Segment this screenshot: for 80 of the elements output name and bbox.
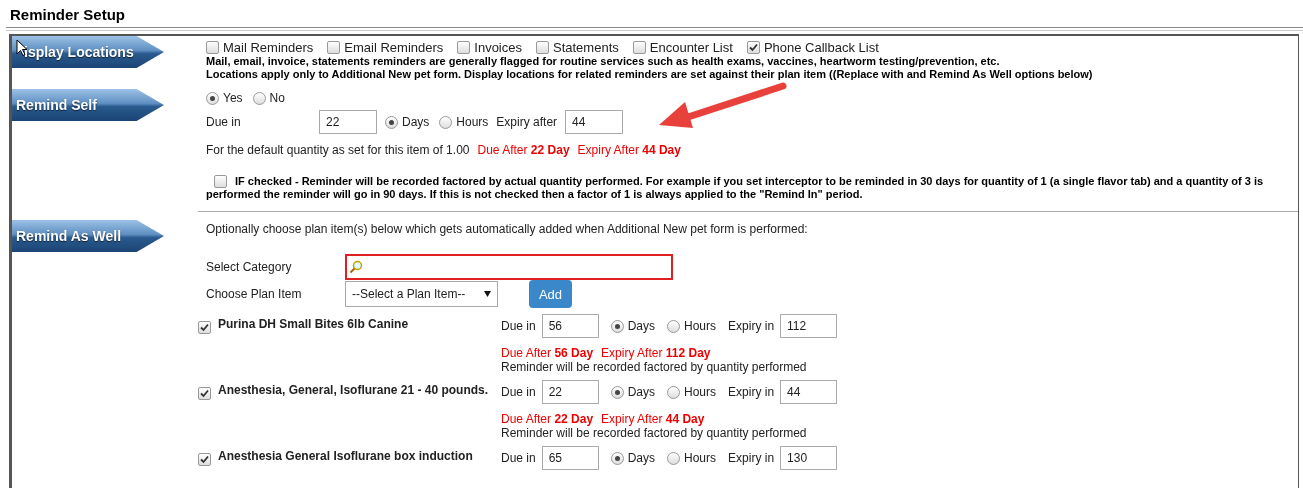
checkbox-label: Invoices bbox=[474, 40, 522, 55]
factor-note: performed the reminder will go in 90 days. If this is not checked then a factor of 1 is always applied to the "Remind In" period. bbox=[206, 188, 864, 201]
field-label: Expiry in bbox=[728, 385, 775, 399]
checkbox[interactable] bbox=[198, 453, 211, 466]
field-label: Select Category bbox=[206, 260, 293, 274]
intro-text: Optionally choose plan item(s) below which gets automatically added when Additional New pet form is performed: bbox=[206, 222, 808, 236]
field-label: Expiry after bbox=[496, 115, 558, 129]
factor-note: Reminder will be recorded factored by quantity performed bbox=[501, 426, 807, 440]
factor-note: IF checked - Reminder will be recorded factored by actual quantity performed. For example if you set interceptor to be reminded in 30 days for quantity of 1 (a single flavor tab) and a quantity of 3 is bbox=[235, 175, 1264, 188]
radio-button[interactable] bbox=[610, 451, 624, 465]
radio-label: Days bbox=[627, 319, 656, 333]
add-button[interactable]: Add bbox=[529, 280, 572, 308]
due-in-field[interactable]: 65 bbox=[541, 446, 599, 470]
radio-label: Yes bbox=[223, 91, 243, 105]
checkbox[interactable] bbox=[198, 321, 211, 334]
radio-button[interactable] bbox=[667, 319, 681, 333]
radio-button[interactable] bbox=[252, 91, 266, 105]
radio-button[interactable] bbox=[610, 385, 624, 399]
due-after-text: Due After 22 Day bbox=[477, 143, 570, 157]
plan-item-name: Anesthesia General Isoflurane box induction bbox=[218, 448, 474, 465]
radio-label: Days bbox=[402, 115, 430, 129]
info-note: Locations apply only to Additional New pet form. Display locations for related reminders are set against their plan item ((Replace with and Remind As Well options below) bbox=[206, 68, 1094, 81]
radio-button[interactable] bbox=[667, 451, 681, 465]
info-note: Mail, email, invoice, statements reminders are generally flagged for routine services such as health exams, vaccines, heartworm testing/prevention, etc. bbox=[206, 55, 1001, 68]
checkbox[interactable] bbox=[746, 41, 760, 54]
checkbox-label: Mail Reminders bbox=[223, 40, 314, 55]
due-in-field[interactable]: 56 bbox=[541, 314, 599, 338]
radio-label: Days bbox=[627, 385, 656, 399]
expiry-field[interactable]: 44 bbox=[780, 380, 838, 404]
checkbox[interactable] bbox=[327, 41, 341, 54]
radio-label: Hours bbox=[684, 451, 717, 465]
expiry-field[interactable]: 112 bbox=[780, 314, 838, 338]
plan-item-name: Purina DH Small Bites 6lb Canine bbox=[218, 316, 410, 333]
radio-label: No bbox=[269, 91, 285, 105]
caret-icon bbox=[484, 291, 491, 297]
checkbox[interactable] bbox=[457, 41, 471, 54]
field-label: Due in bbox=[501, 385, 536, 399]
expiry-field[interactable]: 44 bbox=[565, 110, 624, 134]
field-label: Due in bbox=[206, 115, 242, 129]
due-in-field[interactable]: 22 bbox=[541, 380, 599, 404]
section-banner: Remind Self bbox=[12, 89, 164, 121]
checkbox[interactable] bbox=[632, 41, 646, 54]
due-in-field[interactable]: 22 bbox=[319, 110, 377, 134]
section-banner: Remind As Well bbox=[12, 220, 164, 252]
section-banner: isplay Locations bbox=[12, 36, 164, 68]
radio-label: Days bbox=[627, 451, 656, 465]
plan-item-name: Anesthesia, General, Isoflurane 21 - 40 pounds. bbox=[218, 382, 490, 399]
checkbox-label: Phone Callback List bbox=[763, 40, 879, 55]
checkbox[interactable] bbox=[214, 175, 227, 188]
search-icon bbox=[349, 260, 363, 274]
field-label: Due in bbox=[501, 319, 536, 333]
checkbox[interactable] bbox=[536, 41, 549, 54]
field-label: Due in bbox=[501, 451, 536, 465]
expiry-after-text: Expiry After 44 Day bbox=[577, 143, 681, 157]
expiry-after-text: Expiry After 44 Day bbox=[601, 412, 705, 426]
checkbox-label: Encounter List bbox=[649, 40, 733, 55]
radio-label: Hours bbox=[456, 115, 489, 129]
page-title: Reminder Setup bbox=[9, 6, 127, 25]
field-label: Expiry in bbox=[728, 319, 775, 333]
checkbox[interactable] bbox=[206, 41, 219, 54]
radio-label: Hours bbox=[684, 319, 717, 333]
radio-label: Hours bbox=[684, 385, 717, 399]
due-after-text: Due After 56 Day bbox=[501, 346, 594, 360]
factor-note: Reminder will be recorded factored by quantity performed bbox=[501, 360, 807, 374]
radio-button[interactable] bbox=[667, 385, 681, 399]
field-label: Expiry in bbox=[728, 451, 775, 465]
radio-button[interactable] bbox=[610, 319, 624, 333]
field-label: Choose Plan Item bbox=[206, 287, 303, 301]
expiry-field[interactable]: 130 bbox=[780, 446, 838, 470]
checkbox-label: Email Reminders bbox=[344, 40, 444, 55]
plan-item-select[interactable]: --Select a Plan Item-- bbox=[345, 281, 498, 307]
radio-button[interactable] bbox=[439, 115, 453, 129]
radio-button[interactable] bbox=[385, 115, 398, 129]
default-quantity-text: For the default quantity as set for this item of 1.00 bbox=[206, 143, 470, 157]
radio-button[interactable] bbox=[206, 91, 219, 105]
expiry-after-text: Expiry After 112 Day bbox=[601, 346, 711, 360]
due-after-text: Due After 22 Day bbox=[501, 412, 594, 426]
checkbox-label: Statements bbox=[553, 40, 619, 55]
category-search-field[interactable] bbox=[345, 254, 673, 280]
checkbox[interactable] bbox=[198, 387, 211, 400]
